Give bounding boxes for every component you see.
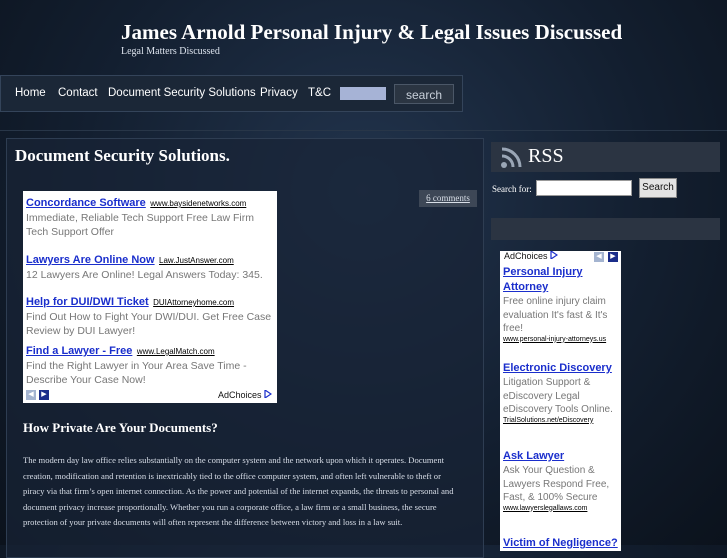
ad-url[interactable]: www.lawyerslegallaws.com (503, 505, 619, 512)
ad-text: Find the Right Lawyer in Your Area Save … (26, 360, 247, 386)
ad-item[interactable]: Help for DUI/DWI Ticket DUIAttorneyhome.… (26, 292, 276, 338)
sidebar-ad-item[interactable]: Electronic Discovery Litigation Support … (503, 361, 619, 424)
ad-block: Concordance Software www.baysidenetworks… (23, 191, 277, 403)
sidebar-ad-item[interactable]: Personal Injury Attorney Free online inj… (503, 265, 619, 343)
ad-title[interactable]: Victim of Negligence? (503, 536, 619, 551)
post-body: The modern day law office relies substan… (23, 455, 454, 527)
sidebar-ad-block: AdChoices ◀ ▶ Personal Injury Attorney F… (500, 249, 621, 551)
nav-item-home[interactable]: Home (15, 87, 46, 99)
nav-search-input[interactable] (340, 87, 386, 100)
ad-text: Free online injury claim evaluation It's… (503, 296, 608, 334)
ad-text: Immediate, Reliable Tech Support Free La… (26, 212, 254, 238)
ad-url[interactable]: www.baysidenetworks.com (150, 199, 246, 208)
ad-text: Find Out How to Fight Your DWI/DUI. Get … (26, 311, 272, 337)
ad-url[interactable]: DUIAttorneyhome.com (153, 298, 234, 307)
nav-item-privacy[interactable]: Privacy (260, 87, 298, 99)
nav-item-document-security[interactable]: Document Security Solutions (108, 87, 256, 99)
sidebar-ad-item[interactable]: Victim of Negligence? (503, 536, 619, 551)
ad-title[interactable]: Find a Lawyer - Free (26, 345, 132, 357)
ad-url[interactable]: www.personal-injury-attorneys.us (503, 336, 619, 343)
sidebar-search-button[interactable]: Search (639, 178, 677, 198)
ad-title[interactable]: Lawyers Are Online Now (26, 254, 155, 266)
site-title[interactable]: James Arnold Personal Injury & Legal Iss… (121, 20, 622, 45)
adchoices-icon (264, 388, 273, 400)
ad-title[interactable]: Concordance Software (26, 197, 146, 209)
ad-url[interactable]: www.LegalMatch.com (137, 347, 215, 356)
nav-search-button[interactable]: search (394, 84, 454, 104)
ad-item[interactable]: Lawyers Are Online Now Law.JustAnswer.co… (26, 250, 276, 282)
chevron-left-icon[interactable]: ◀ (594, 252, 604, 262)
chevron-left-icon[interactable]: ◀ (26, 390, 36, 400)
header-divider (0, 130, 727, 131)
ad-text: 12 Lawyers Are Online! Legal Answers Tod… (26, 269, 263, 281)
ad-title[interactable]: Electronic Discovery (503, 361, 619, 376)
adchoices-label[interactable]: AdChoices (504, 251, 548, 261)
comments-link[interactable]: 6 comments (419, 190, 477, 207)
ad-url[interactable]: TrialSolutions.net/eDiscovery (503, 417, 619, 424)
rss-icon (501, 147, 522, 168)
adchoices-link[interactable]: AdChoices (218, 388, 273, 400)
ad-title[interactable]: Ask Lawyer (503, 449, 619, 464)
ad-item[interactable]: Concordance Software www.baysidenetworks… (26, 193, 276, 239)
ad-url[interactable]: Law.JustAnswer.com (159, 256, 234, 265)
sidebar-ad-item[interactable]: Ask Lawyer Ask Your Question & Lawyers R… (503, 449, 619, 512)
adchoices-label[interactable]: AdChoices (218, 390, 262, 400)
chevron-right-icon[interactable]: ▶ (608, 252, 618, 262)
ad-item[interactable]: Find a Lawyer - Free www.LegalMatch.com … (26, 341, 276, 387)
ad-text: Ask Your Question & Lawyers Respond Free… (503, 465, 610, 503)
ad-title[interactable]: Help for DUI/DWI Ticket (26, 296, 149, 308)
site-description: Legal Matters Discussed (121, 46, 220, 57)
ad-title[interactable]: Personal Injury Attorney (503, 265, 619, 295)
adchoices-icon (550, 249, 559, 261)
adchoices-link[interactable]: AdChoices (504, 249, 559, 261)
sidebar-widget-header (491, 218, 720, 240)
rss-label[interactable]: RSS (528, 145, 564, 168)
section-heading: How Private Are Your Documents? (23, 420, 218, 435)
search-label: Search for: (492, 184, 532, 194)
rss-header[interactable]: RSS (491, 142, 720, 172)
nav-item-tc[interactable]: T&C (308, 87, 331, 99)
nav-item-contact[interactable]: Contact (58, 87, 98, 99)
ad-text: Litigation Support & eDiscovery Legal eD… (503, 377, 613, 415)
post-title[interactable]: Document Security Solutions. (15, 146, 230, 166)
sidebar-search-input[interactable] (536, 180, 632, 196)
chevron-right-icon[interactable]: ▶ (39, 390, 49, 400)
